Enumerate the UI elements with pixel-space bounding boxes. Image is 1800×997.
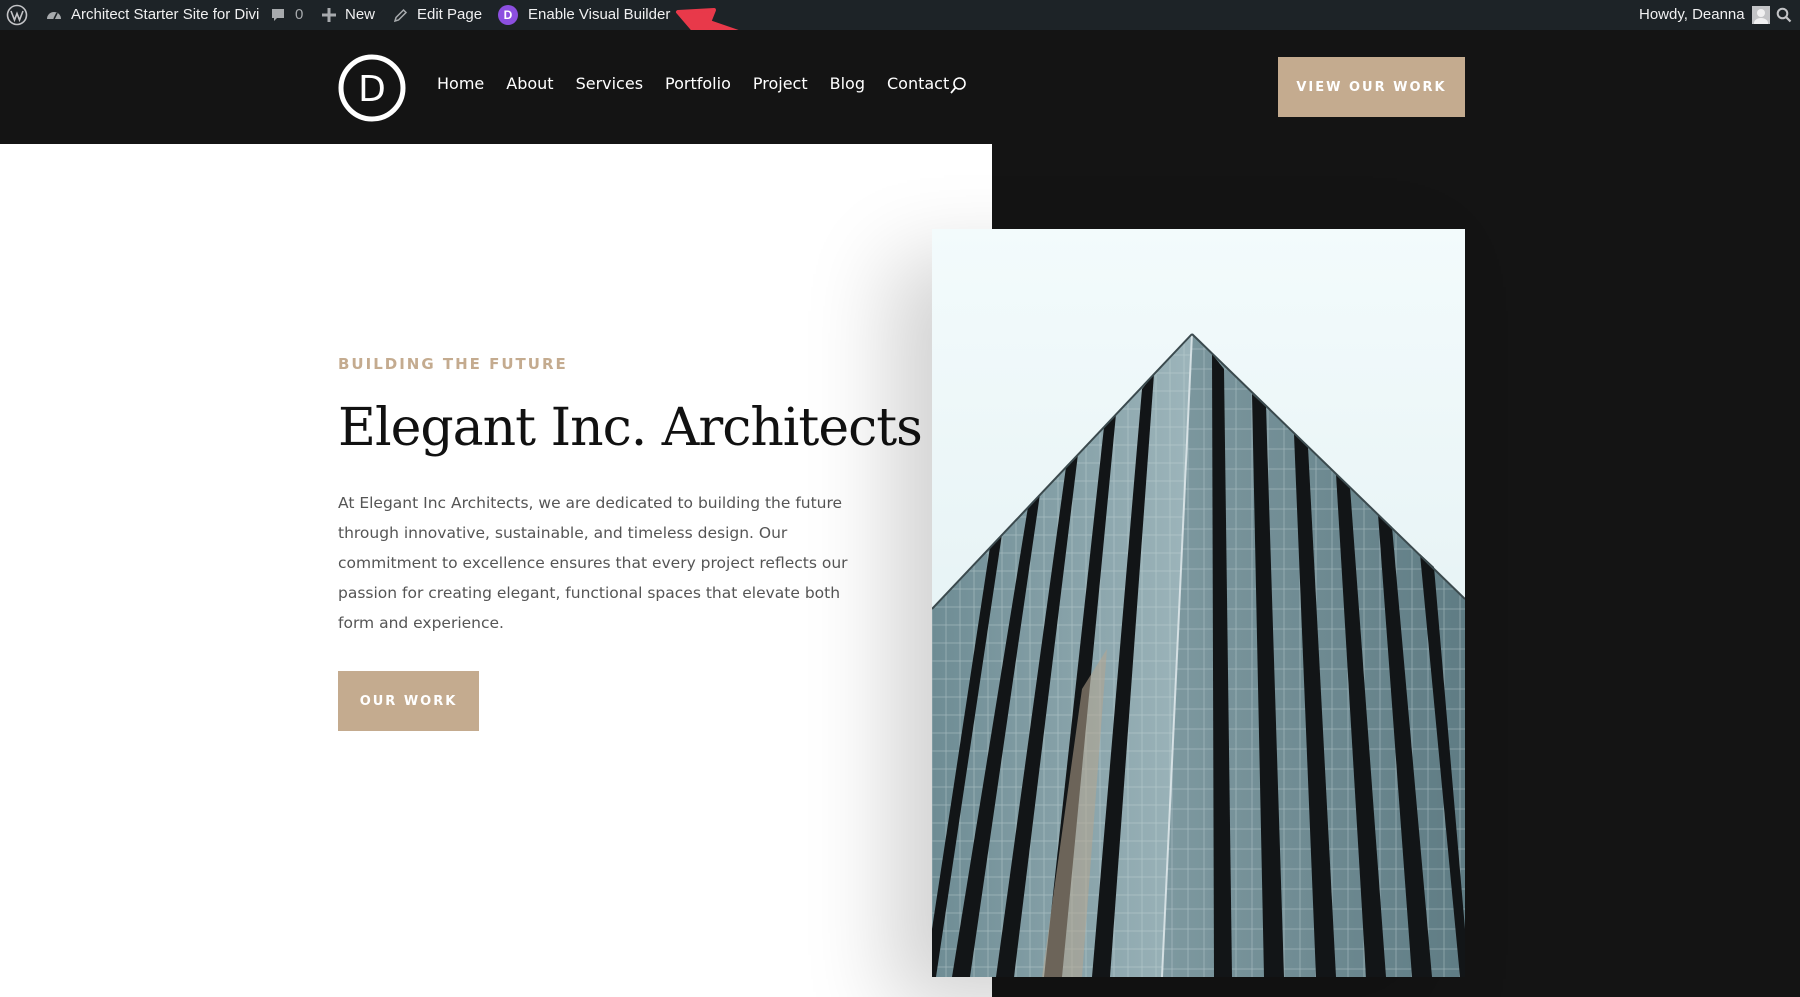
nav-blog[interactable]: Blog [830, 70, 865, 98]
plus-icon [322, 8, 336, 22]
hero-description: At Elegant Inc Architects, we are dedica… [338, 488, 878, 638]
page-title: Elegant Inc. Architects [338, 398, 922, 458]
divi-logo-icon: D [338, 54, 406, 122]
main-nav: Home About Services Portfolio Project Bl… [437, 70, 971, 98]
nav-portfolio[interactable]: Portfolio [665, 70, 731, 98]
building-illustration [932, 229, 1465, 977]
view-our-work-button[interactable]: VIEW OUR WORK [1278, 57, 1465, 117]
visual-builder-label: Enable Visual Builder [528, 0, 670, 30]
nav-services[interactable]: Services [576, 70, 643, 98]
new-content-menu[interactable]: New [322, 0, 375, 30]
edit-page-label: Edit Page [417, 0, 482, 30]
logo-letter: D [358, 69, 386, 110]
comment-icon [270, 7, 286, 23]
greeting: Howdy, Deanna [1639, 0, 1745, 30]
nav-about[interactable]: About [506, 70, 553, 98]
wordpress-icon [6, 4, 28, 26]
nav-search-icon[interactable] [948, 76, 968, 96]
wp-admin-bar: Architect Starter Site for Divi 0 New Ed… [0, 0, 1800, 30]
enable-visual-builder-button[interactable]: D Enable Visual Builder [498, 0, 670, 30]
site-header: D Home About Services Portfolio Project … [0, 30, 1800, 144]
site-logo[interactable]: D [338, 54, 406, 122]
dashboard-icon [45, 6, 63, 24]
account-menu[interactable]: Howdy, Deanna [1639, 0, 1770, 30]
edit-page-menu[interactable]: Edit Page [393, 0, 482, 30]
nav-contact[interactable]: Contact [887, 70, 949, 98]
site-name: Architect Starter Site for Divi [71, 0, 259, 30]
comments-menu[interactable]: 0 [270, 0, 303, 30]
site-name-menu[interactable]: Architect Starter Site for Divi [45, 0, 259, 30]
avatar-icon [1752, 6, 1770, 24]
new-label: New [345, 0, 375, 30]
wordpress-menu[interactable] [6, 0, 28, 30]
hero-building-image [932, 229, 1465, 977]
nav-home[interactable]: Home [437, 70, 484, 98]
divi-badge-icon: D [498, 5, 518, 25]
search-icon [1776, 7, 1792, 23]
pencil-icon [393, 8, 408, 23]
our-work-button[interactable]: OUR WORK [338, 671, 479, 731]
comments-count: 0 [295, 0, 303, 30]
adminbar-search-button[interactable] [1776, 0, 1792, 30]
hero-eyebrow: BUILDING THE FUTURE [338, 355, 568, 373]
nav-project[interactable]: Project [753, 70, 808, 98]
